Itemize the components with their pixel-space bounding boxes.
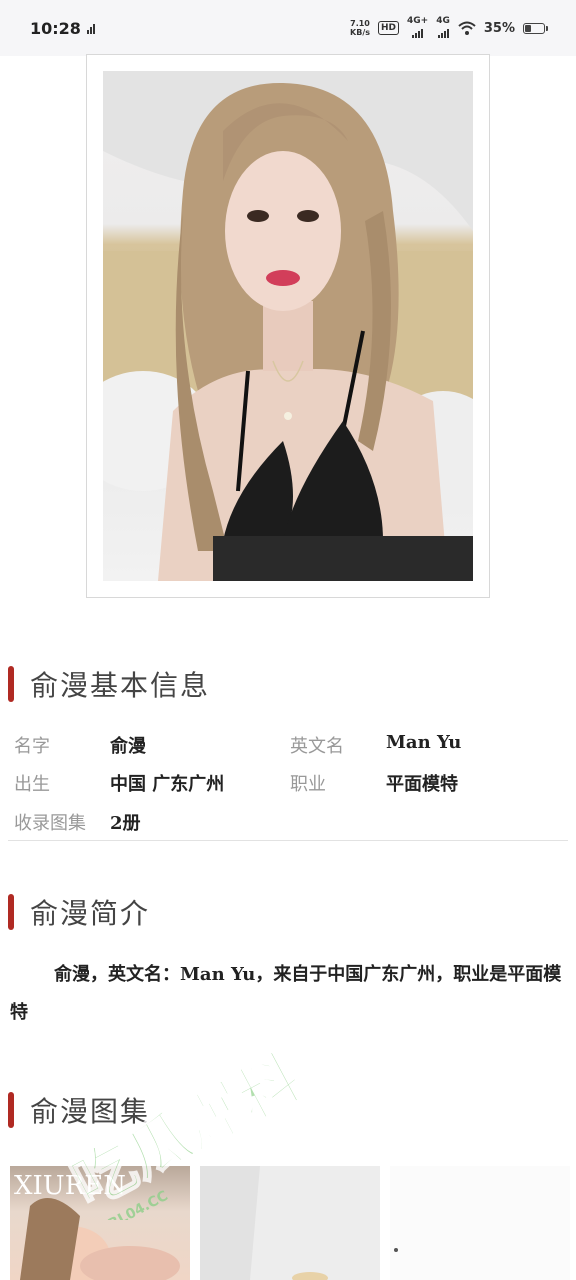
sim2-signal-icon: 4G bbox=[436, 16, 450, 41]
info-row-name: 名字 俞漫 英文名 Man Yu bbox=[14, 732, 461, 758]
gallery-thumb-image bbox=[390, 1166, 570, 1280]
heading-accent-bar bbox=[8, 1092, 14, 1128]
heading-accent-bar bbox=[8, 894, 14, 930]
profile-photo-image bbox=[103, 71, 473, 581]
albums-label: 收录图集 bbox=[14, 813, 86, 834]
job-value: 平面模特 bbox=[386, 774, 458, 795]
birth-label: 出生 bbox=[14, 774, 50, 795]
english-name-value: Man Yu bbox=[386, 732, 462, 753]
gallery-title: 俞漫图集 bbox=[30, 1095, 151, 1128]
battery-fill bbox=[525, 24, 531, 32]
section-divider bbox=[8, 840, 568, 841]
intro-title: 俞漫简介 bbox=[30, 897, 151, 930]
gallery-thumb[interactable]: XIUREN bbox=[10, 1166, 190, 1280]
net-speed: 7.10 KB/s bbox=[350, 19, 370, 37]
birth-value: 中国 广东广州 bbox=[110, 774, 225, 795]
job-label: 职业 bbox=[290, 774, 326, 795]
info-row-birth: 出生 中国 广东广州 职业 平面模特 bbox=[14, 770, 458, 796]
thumb-caption: XIUREN bbox=[14, 1171, 126, 1201]
sim1-label: 4G+ bbox=[407, 15, 429, 26]
status-left: 10:28 bbox=[30, 19, 95, 38]
signal-icon bbox=[86, 22, 95, 34]
name-label: 名字 bbox=[14, 736, 50, 757]
profile-photo-frame bbox=[86, 54, 490, 598]
name-value: 俞漫 bbox=[110, 736, 146, 757]
net-speed-value: 7.10 bbox=[350, 19, 370, 28]
basic-info-heading: 俞漫基本信息 bbox=[8, 664, 210, 704]
gallery-grid: XIUREN bbox=[10, 1166, 570, 1280]
battery-icon bbox=[523, 22, 548, 34]
profile-photo[interactable] bbox=[103, 71, 473, 581]
basic-info-title: 俞漫基本信息 bbox=[30, 669, 211, 702]
heading-accent-bar bbox=[8, 666, 14, 702]
battery-percent: 35% bbox=[483, 20, 515, 36]
intro-heading: 俞漫简介 bbox=[8, 892, 150, 932]
gallery-thumb[interactable] bbox=[200, 1166, 380, 1280]
sim1-signal-icon: 4G+ bbox=[407, 16, 428, 41]
gallery-heading: 俞漫图集 bbox=[8, 1090, 150, 1130]
intro-text: 俞漫，英文名：Man Yu，来自于中国广东广州，职业是平面模特 bbox=[10, 964, 562, 1023]
hd-icon: HD bbox=[378, 21, 400, 35]
status-bar: 10:28 7.10 KB/s HD 4G+ 4G 35% bbox=[0, 0, 576, 56]
gallery-thumb-image bbox=[200, 1166, 380, 1280]
gallery-thumb-image: XIUREN bbox=[14, 1171, 180, 1280]
gallery-thumb[interactable] bbox=[390, 1166, 570, 1280]
albums-value[interactable]: 2册 bbox=[110, 809, 290, 835]
sim2-label: 4G bbox=[436, 15, 450, 26]
english-name-label: 英文名 bbox=[290, 736, 344, 757]
info-row-albums: 收录图集 2册 bbox=[14, 809, 290, 835]
status-time: 10:28 bbox=[30, 18, 81, 38]
net-speed-unit: KB/s bbox=[350, 28, 370, 37]
status-right: 7.10 KB/s HD 4G+ 4G 35% bbox=[350, 16, 548, 41]
wifi-icon bbox=[458, 21, 476, 35]
